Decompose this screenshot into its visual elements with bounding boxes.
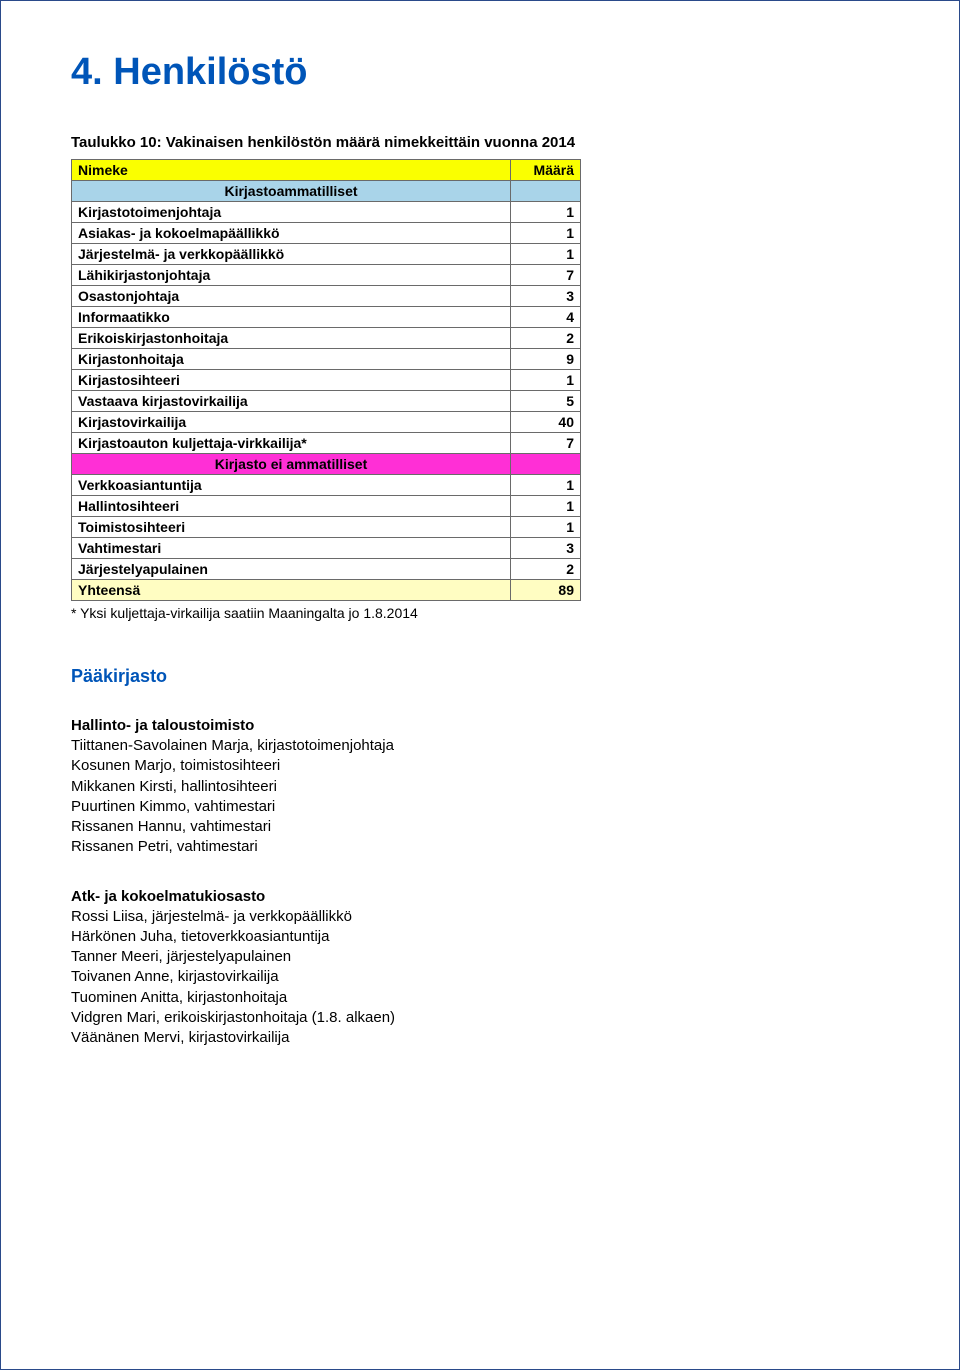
table-row: Vastaava kirjastovirkailija5: [72, 391, 581, 412]
table-row: Lähikirjastonjohtaja7: [72, 265, 581, 286]
table-cell-label: Osastonjohtaja: [72, 286, 511, 307]
table-cell-value: 1: [511, 223, 581, 244]
person-line: Vidgren Mari, erikoiskirjastonhoitaja (1…: [71, 1008, 889, 1028]
table-row: Järjestelmä- ja verkkopäällikkö1: [72, 244, 581, 265]
table-row: Osastonjohtaja3: [72, 286, 581, 307]
person-line: Rissanen Hannu, vahtimestari: [71, 817, 889, 837]
table-cell-label: Verkkoasiantuntija: [72, 475, 511, 496]
table-caption: Taulukko 10: Vakinaisen henkilöstön määr…: [71, 134, 889, 151]
table-row: Kirjastoauton kuljettaja-virkkailija*7: [72, 433, 581, 454]
person-line: Rissanen Petri, vahtimestari: [71, 837, 889, 857]
table-cell-label: Informaatikko: [72, 307, 511, 328]
person-line: Mikkanen Kirsti, hallintosihteeri: [71, 777, 889, 797]
table-cell-value: [511, 454, 581, 475]
table-footnote: * Yksi kuljettaja-virkailija saatiin Maa…: [71, 605, 889, 621]
page-title: 4. Henkilöstö: [71, 51, 889, 94]
table-row: Vahtimestari3: [72, 538, 581, 559]
table-cell-value: 1: [511, 517, 581, 538]
staff-table: NimekeMääräKirjastoammatillisetKirjastot…: [71, 159, 581, 601]
table-cell-value: 89: [511, 580, 581, 601]
table-row: Verkkoasiantuntija1: [72, 475, 581, 496]
table-row: Kirjastonhoitaja9: [72, 349, 581, 370]
person-line: Härkönen Juha, tietoverkkoasiantuntija: [71, 927, 889, 947]
table-cell-label: Järjestelmä- ja verkkopäällikkö: [72, 244, 511, 265]
person-line: Kosunen Marjo, toimistosihteeri: [71, 756, 889, 776]
table-cell-label: Järjestelyapulainen: [72, 559, 511, 580]
table-cell-label: Erikoiskirjastonhoitaja: [72, 328, 511, 349]
table-cell-value: 4: [511, 307, 581, 328]
table-row: Järjestelyapulainen2: [72, 559, 581, 580]
table-row: Kirjastosihteeri1: [72, 370, 581, 391]
table-cell-label: Kirjastonhoitaja: [72, 349, 511, 370]
table-row: Toimistosihteeri1: [72, 517, 581, 538]
table-cell-value: 1: [511, 244, 581, 265]
table-cell-value: 3: [511, 538, 581, 559]
table-cell-label: Vastaava kirjastovirkailija: [72, 391, 511, 412]
table-cell-value: 2: [511, 328, 581, 349]
table-cell-value: 1: [511, 202, 581, 223]
table-row: Kirjastoammatilliset: [72, 181, 581, 202]
table-row: Kirjasto ei ammatilliset: [72, 454, 581, 475]
person-line: Rossi Liisa, järjestelmä- ja verkkopääll…: [71, 907, 889, 927]
group-heading: Atk- ja kokoelmatukiosasto: [71, 888, 889, 905]
table-cell-label: Toimistosihteeri: [72, 517, 511, 538]
table-cell-value: 40: [511, 412, 581, 433]
table-cell-label: Kirjastotoimenjohtaja: [72, 202, 511, 223]
person-line: Toivanen Anne, kirjastovirkailija: [71, 967, 889, 987]
table-row: Kirjastotoimenjohtaja1: [72, 202, 581, 223]
table-cell-value: 7: [511, 433, 581, 454]
document-page: 4. Henkilöstö Taulukko 10: Vakinaisen he…: [0, 0, 960, 1370]
table-cell-label: Kirjastoauton kuljettaja-virkkailija*: [72, 433, 511, 454]
table-cell-label: Kirjastosihteeri: [72, 370, 511, 391]
table-cell-label: Yhteensä: [72, 580, 511, 601]
person-line: Puurtinen Kimmo, vahtimestari: [71, 797, 889, 817]
table-cell-value: 5: [511, 391, 581, 412]
table-row: Hallintosihteeri1: [72, 496, 581, 517]
table-row: Erikoiskirjastonhoitaja2: [72, 328, 581, 349]
table-cell-label: Asiakas- ja kokoelmapäällikkö: [72, 223, 511, 244]
table-cell-value: 1: [511, 496, 581, 517]
person-line: Tiittanen-Savolainen Marja, kirjastotoim…: [71, 736, 889, 756]
person-line: Tuominen Anitta, kirjastonhoitaja: [71, 988, 889, 1008]
table-cell-label: Lähikirjastonjohtaja: [72, 265, 511, 286]
group-heading: Hallinto- ja taloustoimisto: [71, 717, 889, 734]
table-cell-value: 3: [511, 286, 581, 307]
table-cell-value: Määrä: [511, 160, 581, 181]
table-cell-value: 7: [511, 265, 581, 286]
table-row: NimekeMäärä: [72, 160, 581, 181]
table-cell-label: Vahtimestari: [72, 538, 511, 559]
table-cell-value: 9: [511, 349, 581, 370]
table-row: Informaatikko4: [72, 307, 581, 328]
table-cell-label: Hallintosihteeri: [72, 496, 511, 517]
staff-groups: Hallinto- ja taloustoimisto Tiittanen-Sav…: [71, 717, 889, 1048]
table-cell-label: Kirjastovirkailija: [72, 412, 511, 433]
table-cell-label: Kirjasto ei ammatilliset: [72, 454, 511, 475]
table-row: Yhteensä89: [72, 580, 581, 601]
person-line: Väänänen Mervi, kirjastovirkailija: [71, 1028, 889, 1048]
table-cell-value: 1: [511, 370, 581, 391]
table-row: Asiakas- ja kokoelmapäällikkö1: [72, 223, 581, 244]
table-cell-value: 2: [511, 559, 581, 580]
table-cell-label: Nimeke: [72, 160, 511, 181]
table-cell-value: [511, 181, 581, 202]
subsection-heading: Pääkirjasto: [71, 666, 889, 687]
table-row: Kirjastovirkailija40: [72, 412, 581, 433]
person-line: Tanner Meeri, järjestelyapulainen: [71, 947, 889, 967]
table-cell-value: 1: [511, 475, 581, 496]
table-cell-label: Kirjastoammatilliset: [72, 181, 511, 202]
